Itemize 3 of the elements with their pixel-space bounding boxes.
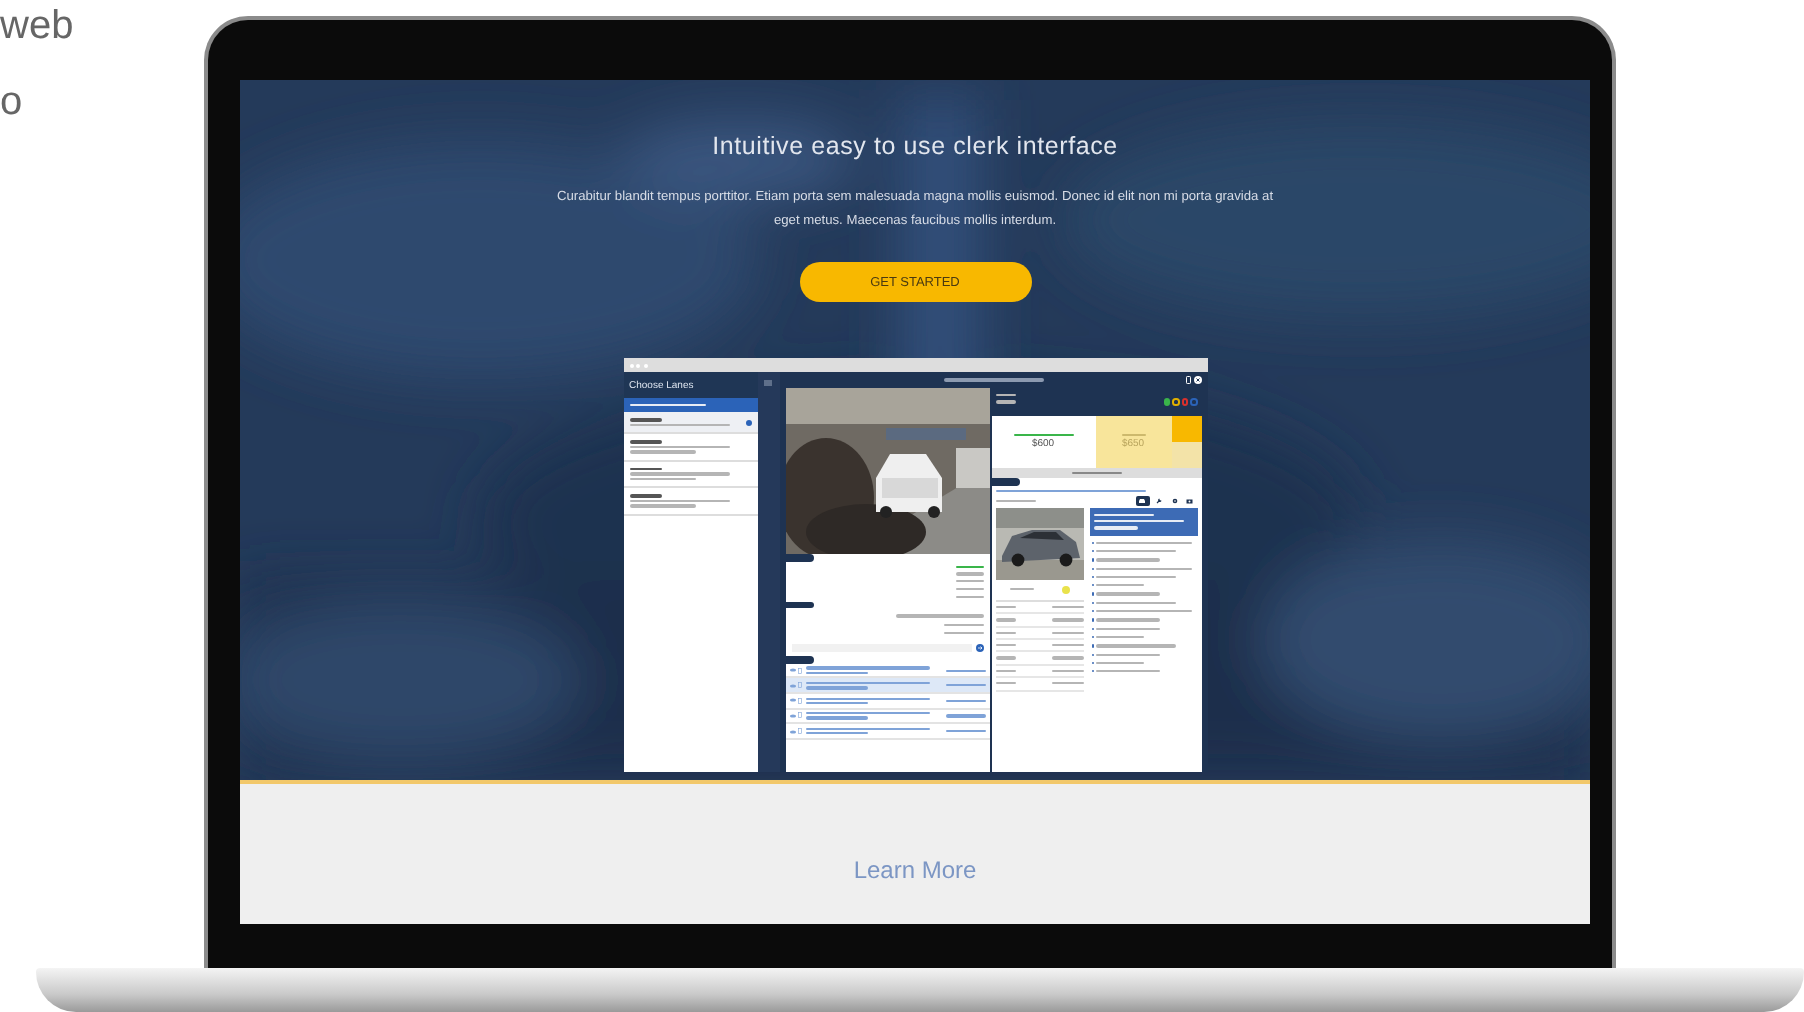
background-text: o <box>0 80 23 124</box>
learn-more-heading: Learn More <box>853 856 977 884</box>
background-text: web <box>0 4 74 48</box>
